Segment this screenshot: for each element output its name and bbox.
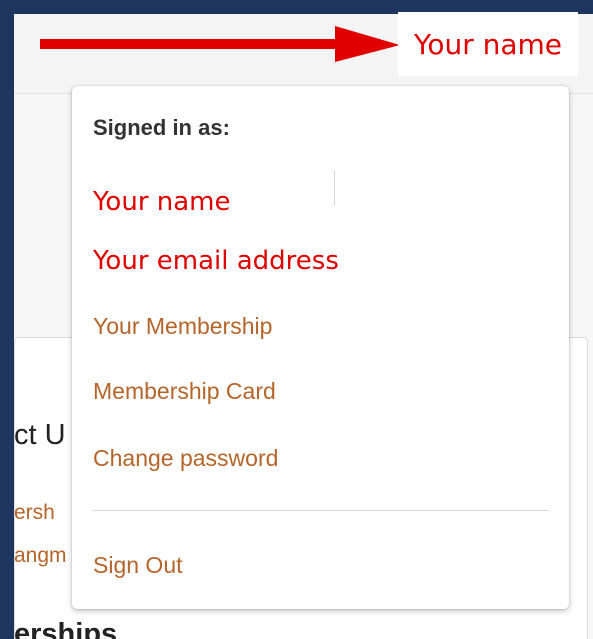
page-link[interactable]: angm bbox=[14, 544, 67, 568]
menu-item-change-password[interactable]: Change password bbox=[93, 445, 278, 472]
signed-in-label: Signed in as: bbox=[93, 115, 230, 140]
account-name-tag[interactable]: Your name bbox=[398, 12, 578, 76]
menu-divider bbox=[93, 510, 549, 511]
user-email: Your email address bbox=[93, 246, 339, 276]
menu-item-membership-card[interactable]: Membership Card bbox=[93, 378, 276, 405]
section-heading: erships bbox=[14, 618, 118, 639]
separator bbox=[334, 170, 335, 206]
menu-item-sign-out[interactable]: Sign Out bbox=[93, 552, 183, 579]
section-heading: ct U bbox=[14, 419, 66, 451]
page-link[interactable]: ersh bbox=[14, 501, 55, 525]
arrow-right-icon bbox=[40, 26, 400, 62]
user-name: Your name bbox=[93, 187, 231, 217]
menu-item-your-membership[interactable]: Your Membership bbox=[93, 313, 272, 340]
account-dropdown-menu: Signed in as: Your name Your email addre… bbox=[72, 86, 569, 609]
